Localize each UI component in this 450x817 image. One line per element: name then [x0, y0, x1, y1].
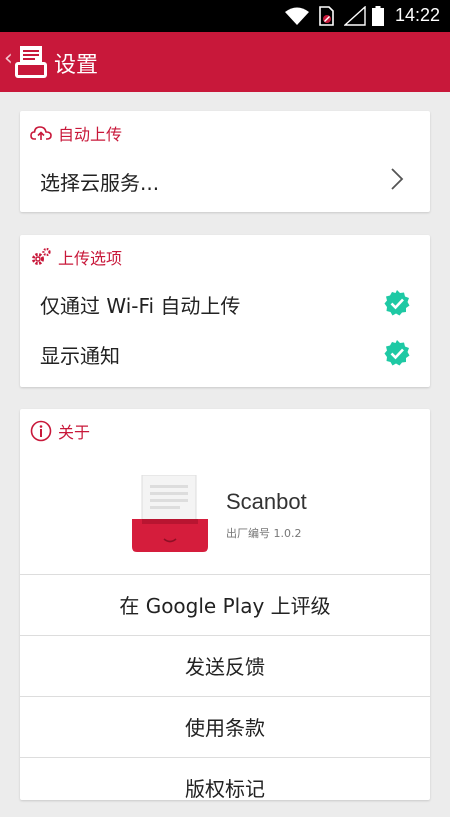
rate-on-google-play-button[interactable]: 在 Google Play 上评级: [20, 574, 430, 634]
no-sim-icon: [319, 6, 334, 26]
upload-options-card: 上传选项 仅通过 Wi-Fi 自动上传 显示通知: [20, 235, 430, 387]
page-title: 设置: [54, 53, 99, 78]
wifi-icon: [285, 7, 309, 25]
signal-icon: [344, 6, 366, 26]
wifi-only-upload-label: 仅通过 Wi-Fi 自动上传: [40, 294, 241, 318]
scanbot-logo-icon[interactable]: [14, 44, 48, 80]
app-name: Scanbot: [226, 489, 307, 514]
show-notification-checkbox[interactable]: [384, 340, 410, 366]
choose-cloud-service-row[interactable]: 选择云服务...: [40, 167, 159, 196]
about-header: 关于: [30, 419, 90, 443]
about-card: 关于 Scanbot 出厂编号 1.0.2 在 Google Play 上评级 …: [20, 409, 430, 801]
scanbot-app-logo-icon: [132, 475, 208, 552]
build-number: 出厂编号 1.0.2: [226, 527, 302, 540]
upload-options-header-label: 上传选项: [58, 249, 123, 268]
back-chevron-icon[interactable]: ‹: [4, 48, 13, 70]
terms-of-use-button[interactable]: 使用条款: [20, 696, 430, 756]
status-time: 14:22: [394, 5, 440, 25]
upload-options-header: 上传选项: [30, 245, 122, 269]
gears-icon: [32, 247, 51, 265]
cloud-upload-icon: [30, 126, 52, 140]
copyright-notice-button[interactable]: 版权标记: [20, 757, 430, 817]
chevron-right-icon[interactable]: [390, 167, 404, 191]
auto-upload-card: 自动上传 选择云服务...: [20, 111, 430, 212]
info-icon: [30, 420, 52, 442]
status-bar: 14:22: [0, 0, 450, 32]
auto-upload-header-label: 自动上传: [58, 125, 123, 144]
app-bar: ‹ 设置: [0, 32, 450, 92]
wifi-only-upload-checkbox[interactable]: [384, 290, 410, 316]
about-header-label: 关于: [58, 423, 91, 442]
auto-upload-header: 自动上传: [30, 121, 122, 145]
show-notification-label: 显示通知: [40, 344, 120, 368]
battery-icon: [372, 6, 384, 26]
send-feedback-button[interactable]: 发送反馈: [20, 635, 430, 695]
